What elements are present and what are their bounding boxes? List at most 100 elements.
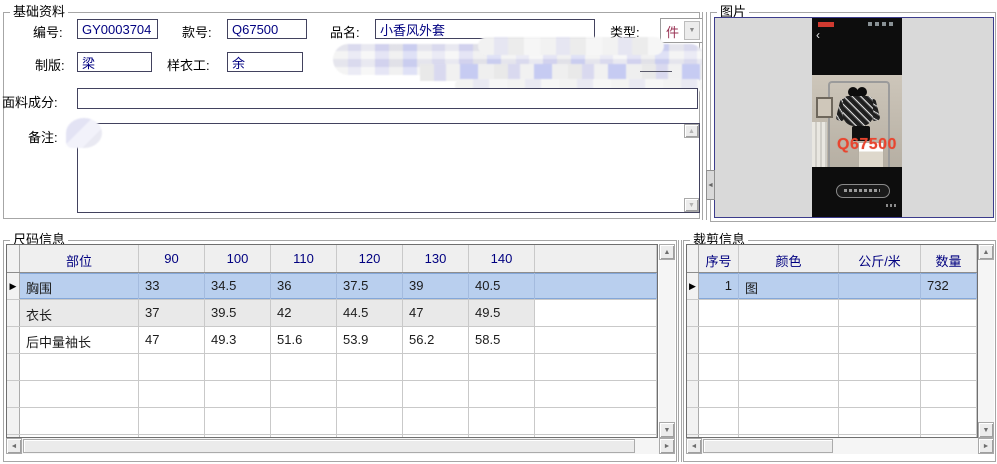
table-row[interactable]: 后中量袖长 47 49.3 51.6 53.9 56.2 58.5 xyxy=(7,327,657,354)
table-cell[interactable] xyxy=(535,327,657,353)
style-no-input[interactable] xyxy=(227,19,307,39)
table-cell[interactable] xyxy=(699,381,739,407)
table-cell[interactable] xyxy=(839,354,921,380)
chevron-down-icon[interactable]: ▼ xyxy=(684,21,700,40)
table-cell[interactable] xyxy=(921,327,977,353)
table-row[interactable] xyxy=(687,381,977,408)
remark-textarea[interactable] xyxy=(77,123,700,213)
sampleworker-input[interactable] xyxy=(227,52,303,72)
scroll-left-icon[interactable]: ◄ xyxy=(686,438,702,454)
table-cell[interactable]: 58.5 xyxy=(469,327,535,353)
table-cell[interactable]: 47 xyxy=(403,300,469,326)
table-cell[interactable] xyxy=(20,354,139,380)
table-cell[interactable] xyxy=(739,327,839,353)
cut-table[interactable]: 序号 颜色 公斤/米 数量 ▶ 1 图 732 xyxy=(686,244,978,438)
cut-table-vscrollbar[interactable] xyxy=(978,244,994,438)
table-row[interactable] xyxy=(687,354,977,381)
table-cell[interactable] xyxy=(839,381,921,407)
table-cell[interactable]: 49.5 xyxy=(469,300,535,326)
table-cell[interactable]: 图 xyxy=(739,273,839,299)
scroll-up-icon[interactable]: ▲ xyxy=(684,124,699,138)
table-cell[interactable] xyxy=(739,354,839,380)
size-table-vscrollbar[interactable] xyxy=(659,244,675,438)
column-header[interactable]: 颜色 xyxy=(739,245,839,272)
table-cell[interactable] xyxy=(535,381,657,407)
table-cell[interactable] xyxy=(403,408,469,434)
table-cell[interactable]: 39.5 xyxy=(205,300,271,326)
table-cell[interactable] xyxy=(699,300,739,326)
table-cell[interactable]: 34.5 xyxy=(205,273,271,299)
table-cell[interactable] xyxy=(699,354,739,380)
code-input[interactable] xyxy=(77,19,158,39)
table-cell[interactable] xyxy=(839,408,921,434)
column-header[interactable]: 130 xyxy=(403,245,469,272)
table-cell[interactable]: 39 xyxy=(403,273,469,299)
column-header[interactable] xyxy=(535,245,657,272)
table-cell[interactable] xyxy=(739,408,839,434)
product-name-input[interactable] xyxy=(375,19,595,39)
table-row[interactable] xyxy=(687,300,977,327)
scroll-right-icon[interactable]: ► xyxy=(659,438,675,454)
table-row[interactable] xyxy=(7,354,657,381)
column-header[interactable]: 数量 xyxy=(921,245,977,272)
table-cell[interactable] xyxy=(205,408,271,434)
table-cell[interactable] xyxy=(139,354,205,380)
table-cell[interactable] xyxy=(139,408,205,434)
table-cell[interactable]: 胸围 xyxy=(20,273,139,299)
table-cell[interactable]: 衣长 xyxy=(20,300,139,326)
table-cell[interactable] xyxy=(535,300,657,326)
table-cell[interactable] xyxy=(699,408,739,434)
size-table[interactable]: 部位 90 100 110 120 130 140 ▶ 胸围 33 34.5 36 37.5 39 40.5… xyxy=(6,244,658,438)
table-cell[interactable] xyxy=(469,408,535,434)
scroll-up-icon[interactable]: ▲ xyxy=(659,244,675,260)
table-cell[interactable] xyxy=(271,408,337,434)
table-cell[interactable]: 53.9 xyxy=(337,327,403,353)
cut-table-hscroll-thumb[interactable] xyxy=(703,439,833,453)
vertical-splitter[interactable] xyxy=(678,240,682,462)
table-cell[interactable] xyxy=(337,381,403,407)
table-cell[interactable] xyxy=(535,354,657,380)
table-cell[interactable] xyxy=(139,381,205,407)
table-row[interactable]: 衣长 37 39.5 42 44.5 47 49.5 xyxy=(7,300,657,327)
table-cell[interactable]: 后中量袖长 xyxy=(20,327,139,353)
table-cell[interactable] xyxy=(921,408,977,434)
table-cell[interactable] xyxy=(337,354,403,380)
size-table-hscroll-thumb[interactable] xyxy=(23,439,635,453)
column-header[interactable]: 90 xyxy=(139,245,205,272)
table-cell[interactable]: 33 xyxy=(139,273,205,299)
table-cell[interactable]: 49.3 xyxy=(205,327,271,353)
table-cell[interactable] xyxy=(839,273,921,299)
table-cell[interactable] xyxy=(535,408,657,434)
table-cell[interactable]: 44.5 xyxy=(337,300,403,326)
table-cell[interactable] xyxy=(469,354,535,380)
table-cell[interactable]: 42 xyxy=(271,300,337,326)
column-header[interactable]: 120 xyxy=(337,245,403,272)
table-cell[interactable] xyxy=(699,327,739,353)
table-cell[interactable]: 1 xyxy=(699,273,739,299)
table-cell[interactable] xyxy=(839,327,921,353)
table-row[interactable] xyxy=(7,381,657,408)
scroll-down-icon[interactable]: ▼ xyxy=(684,198,699,212)
fabric-input[interactable] xyxy=(77,88,698,109)
table-cell[interactable] xyxy=(921,381,977,407)
column-header[interactable]: 100 xyxy=(205,245,271,272)
column-header[interactable]: 部位 xyxy=(20,245,139,272)
table-cell[interactable] xyxy=(20,408,139,434)
table-cell[interactable] xyxy=(271,381,337,407)
table-cell[interactable] xyxy=(20,381,139,407)
table-cell[interactable] xyxy=(739,381,839,407)
patternmaker-input[interactable] xyxy=(77,52,152,72)
scroll-down-icon[interactable]: ▼ xyxy=(978,422,994,438)
table-cell[interactable] xyxy=(403,381,469,407)
table-row[interactable] xyxy=(687,327,977,354)
table-cell[interactable]: 37.5 xyxy=(337,273,403,299)
table-cell[interactable] xyxy=(271,354,337,380)
column-header[interactable]: 140 xyxy=(469,245,535,272)
table-cell[interactable] xyxy=(403,354,469,380)
table-cell[interactable]: 36 xyxy=(271,273,337,299)
table-cell[interactable] xyxy=(921,354,977,380)
table-cell[interactable] xyxy=(739,300,839,326)
scroll-down-icon[interactable]: ▼ xyxy=(659,422,675,438)
table-cell[interactable] xyxy=(469,381,535,407)
table-cell[interactable] xyxy=(921,300,977,326)
